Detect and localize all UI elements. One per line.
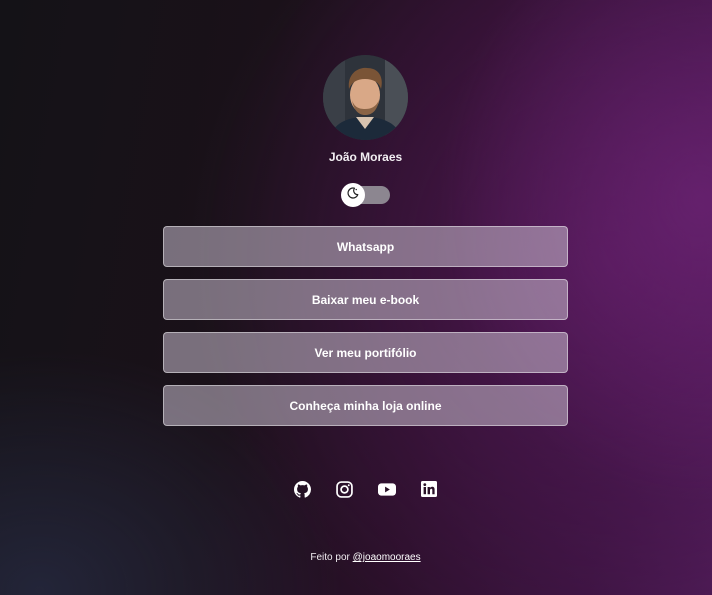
youtube-icon[interactable] [377,480,396,498]
store-link-button[interactable]: Conheça minha loja online [163,385,568,426]
linktree-page: João Moraes Whatsapp Baixar meu e-book V… [0,0,712,595]
theme-toggle-knob[interactable] [341,183,365,207]
author-handle-link[interactable]: @joaomooraes [353,552,421,563]
avatar [323,55,408,140]
profile-name: João Moraes [328,150,403,164]
social-links [0,480,712,498]
whatsapp-link-button[interactable]: Whatsapp [163,226,568,267]
footer: Feito por @joaomooraes [0,552,712,563]
github-icon[interactable] [294,480,312,498]
links-list: Whatsapp Baixar meu e-book Ver meu porti… [163,226,568,438]
moon-icon [347,186,359,204]
ebook-link-button[interactable]: Baixar meu e-book [163,279,568,320]
portfolio-link-button[interactable]: Ver meu portifólio [163,332,568,373]
instagram-icon[interactable] [336,480,354,498]
footer-prefix: Feito por [310,552,350,563]
linkedin-icon[interactable] [420,480,438,498]
profile-photo [323,55,408,140]
theme-toggle[interactable] [341,183,390,207]
